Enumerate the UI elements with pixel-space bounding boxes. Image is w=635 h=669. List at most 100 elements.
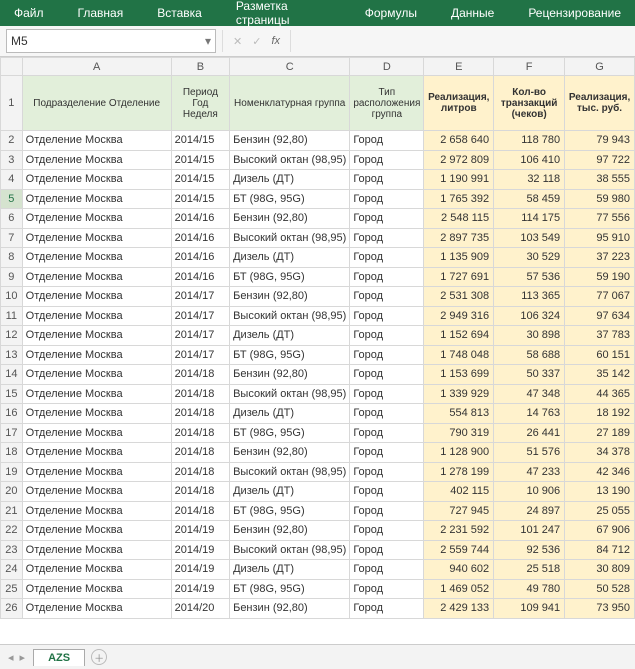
cell[interactable]: Город [350, 540, 424, 560]
cell[interactable]: 59 980 [565, 189, 635, 209]
cell[interactable]: Отделение Москва [22, 189, 171, 209]
cell[interactable]: Бензин (92,80) [230, 287, 350, 307]
row-8[interactable]: 8 [1, 248, 23, 268]
cell[interactable]: 1 339 929 [424, 384, 494, 404]
cell[interactable]: Дизель (ДТ) [230, 170, 350, 190]
cell[interactable]: Город [350, 326, 424, 346]
accept-icon[interactable]: ✓ [252, 35, 261, 48]
cell[interactable]: Город [350, 248, 424, 268]
cell[interactable]: 2 548 115 [424, 209, 494, 229]
cell[interactable]: 940 602 [424, 560, 494, 580]
row-22[interactable]: 22 [1, 521, 23, 541]
cell[interactable]: 2014/18 [171, 443, 229, 463]
cell[interactable]: Дизель (ДТ) [230, 248, 350, 268]
cell[interactable]: Отделение Москва [22, 209, 171, 229]
cell[interactable]: 2014/16 [171, 267, 229, 287]
cell[interactable]: Бензин (92,80) [230, 209, 350, 229]
cell[interactable]: 2 429 133 [424, 599, 494, 619]
cell[interactable]: Отделение Москва [22, 579, 171, 599]
cell[interactable]: 25 055 [565, 501, 635, 521]
cell[interactable]: Отделение Москва [22, 540, 171, 560]
cell[interactable]: Город [350, 209, 424, 229]
cell[interactable]: 2014/18 [171, 365, 229, 385]
hdr-type[interactable]: Тип расположения группа [350, 76, 424, 131]
cell[interactable]: 35 142 [565, 365, 635, 385]
chevron-down-icon[interactable]: ▾ [205, 34, 211, 48]
cell[interactable]: Высокий октан (98,95) [230, 306, 350, 326]
fx-icon[interactable]: fx [271, 35, 280, 47]
col-E[interactable]: E [424, 58, 494, 76]
cell[interactable]: 42 346 [565, 462, 635, 482]
cell[interactable]: 2014/16 [171, 248, 229, 268]
cell[interactable]: БТ (98G, 95G) [230, 189, 350, 209]
cell[interactable]: Бензин (92,80) [230, 131, 350, 151]
cell[interactable]: Отделение Москва [22, 560, 171, 580]
cell[interactable]: 2 972 809 [424, 150, 494, 170]
col-C[interactable]: C [230, 58, 350, 76]
col-F[interactable]: F [494, 58, 565, 76]
cell[interactable]: 2 949 316 [424, 306, 494, 326]
cell[interactable]: 47 233 [494, 462, 565, 482]
cell[interactable]: Отделение Москва [22, 365, 171, 385]
cell[interactable]: Отделение Москва [22, 462, 171, 482]
cell[interactable]: 58 688 [494, 345, 565, 365]
cell[interactable]: Отделение Москва [22, 131, 171, 151]
cell[interactable]: 2014/19 [171, 521, 229, 541]
cell[interactable]: Город [350, 423, 424, 443]
cell[interactable]: 2014/19 [171, 540, 229, 560]
cell[interactable]: 2014/19 [171, 579, 229, 599]
cell[interactable]: 77 067 [565, 287, 635, 307]
cell[interactable]: 1 152 694 [424, 326, 494, 346]
sheet-tab-active[interactable]: AZS [33, 649, 85, 666]
row-6[interactable]: 6 [1, 209, 23, 229]
cell[interactable]: 2 231 592 [424, 521, 494, 541]
cell[interactable]: 13 190 [565, 482, 635, 502]
cell[interactable]: Город [350, 579, 424, 599]
cell[interactable]: 1 153 699 [424, 365, 494, 385]
cell[interactable]: 1 190 991 [424, 170, 494, 190]
cell[interactable]: Отделение Москва [22, 482, 171, 502]
cell[interactable]: 97 722 [565, 150, 635, 170]
row-17[interactable]: 17 [1, 423, 23, 443]
cell[interactable]: БТ (98G, 95G) [230, 267, 350, 287]
cell[interactable]: 118 780 [494, 131, 565, 151]
cell[interactable]: 1 469 052 [424, 579, 494, 599]
cell[interactable]: 59 190 [565, 267, 635, 287]
cell[interactable]: Город [350, 228, 424, 248]
cell[interactable]: Дизель (ДТ) [230, 560, 350, 580]
cell[interactable]: 79 943 [565, 131, 635, 151]
row-1[interactable]: 1 [1, 76, 23, 131]
ribbon-home[interactable]: Главная [70, 3, 132, 23]
cell[interactable]: 2014/15 [171, 131, 229, 151]
cell[interactable]: 2 531 308 [424, 287, 494, 307]
cell[interactable]: 47 348 [494, 384, 565, 404]
row-18[interactable]: 18 [1, 443, 23, 463]
cell[interactable]: Отделение Москва [22, 599, 171, 619]
cell[interactable]: 1 748 048 [424, 345, 494, 365]
cell[interactable]: 2014/18 [171, 384, 229, 404]
col-A[interactable]: A [22, 58, 171, 76]
cell[interactable]: 2014/18 [171, 462, 229, 482]
select-all[interactable] [1, 58, 23, 76]
cell[interactable]: 50 337 [494, 365, 565, 385]
row-25[interactable]: 25 [1, 579, 23, 599]
cell[interactable]: 2014/15 [171, 150, 229, 170]
cell[interactable]: Бензин (92,80) [230, 443, 350, 463]
tab-next-icon[interactable]: ▸ [20, 651, 26, 664]
ribbon-formulas[interactable]: Формулы [357, 3, 425, 23]
cell[interactable]: Высокий октан (98,95) [230, 462, 350, 482]
cell[interactable]: Дизель (ДТ) [230, 326, 350, 346]
cell[interactable]: 58 459 [494, 189, 565, 209]
cell[interactable]: 2014/19 [171, 560, 229, 580]
row-4[interactable]: 4 [1, 170, 23, 190]
row-2[interactable]: 2 [1, 131, 23, 151]
cell[interactable]: Город [350, 501, 424, 521]
cell[interactable]: Отделение Москва [22, 404, 171, 424]
ribbon-review[interactable]: Рецензирование [520, 3, 629, 23]
cell[interactable]: 60 151 [565, 345, 635, 365]
cell[interactable]: 27 189 [565, 423, 635, 443]
cell[interactable]: Город [350, 345, 424, 365]
cell[interactable]: Город [350, 462, 424, 482]
row-15[interactable]: 15 [1, 384, 23, 404]
cell[interactable]: Город [350, 267, 424, 287]
